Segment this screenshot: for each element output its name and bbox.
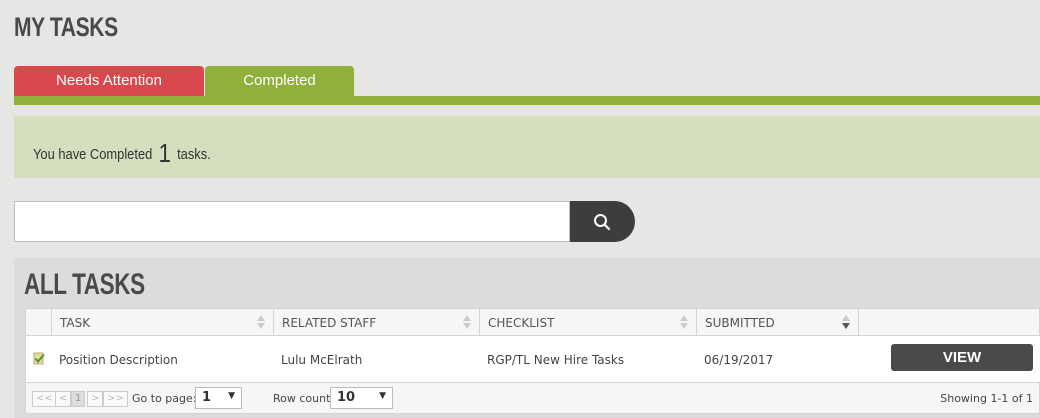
search-button[interactable] [570,201,635,242]
row-count-label: Row count: [273,392,335,405]
sort-desc-icon [842,314,850,330]
notice-suffix: tasks. [177,146,211,163]
prev-page-button[interactable]: < [55,391,72,407]
tab-completed[interactable]: Completed [205,66,354,96]
related-staff: Lulu McElrath [281,353,363,367]
column-header-label: CHECKLIST [488,316,555,330]
current-page-button[interactable]: 1 [71,391,86,407]
column-header-label: RELATED STAFF [282,316,377,330]
goto-page-label: Go to page: [132,392,197,405]
next-page-button[interactable]: > [87,391,104,407]
completed-notice: You have Completed 1 tasks. [14,116,1040,178]
sort-icon [680,314,688,330]
notice-count: 1 [158,138,171,168]
column-header-submitted[interactable]: SUBMITTED [697,309,859,335]
column-header-related-staff[interactable]: RELATED STAFF [274,309,480,335]
column-header-checklist[interactable]: CHECKLIST [480,309,697,335]
header-icon-column [26,309,52,335]
checked-document-icon [33,352,45,365]
checklist-name: RGP/TL New Hire Tasks [487,353,625,367]
task-name: Position Description [59,353,178,367]
row-count-value: 10 [337,390,356,405]
sort-icon [463,314,471,330]
table-row: Position Description Lulu McElrath RGP/T… [25,336,1040,382]
dropdown-caret-icon: ▼ [379,391,386,401]
showing-count: Showing 1-1 of 1 [940,392,1033,405]
notice-prefix: You have Completed [33,146,153,163]
first-page-button[interactable]: << [32,391,57,407]
section-title: ALL TASKS [24,268,145,301]
pagination-bar: << < 1 > >> Go to page: 1 ▼ Row count: 1… [25,382,1040,414]
column-header-label: TASK [60,316,91,330]
search-icon [594,214,611,231]
row-count-select[interactable]: 10 ▼ [330,387,393,409]
tab-needs-attention[interactable]: Needs Attention [14,66,204,96]
sort-icon [257,314,265,330]
view-button[interactable]: VIEW [891,344,1033,371]
submitted-date: 06/19/2017 [704,353,774,367]
table-header: TASK RELATED STAFF CHECKLIST SUBMITTED [25,308,1040,336]
goto-page-select[interactable]: 1 ▼ [195,387,242,409]
last-page-button[interactable]: >> [103,391,128,407]
dropdown-caret-icon: ▼ [228,391,235,401]
notice-text: You have Completed 1 tasks. [33,138,211,169]
column-header-label: SUBMITTED [705,316,775,330]
tab-underline-bar [14,96,1040,105]
column-header-task[interactable]: TASK [52,309,274,335]
page-title: MY TASKS [14,12,118,42]
search-input[interactable] [14,201,570,242]
goto-page-value: 1 [202,390,212,405]
